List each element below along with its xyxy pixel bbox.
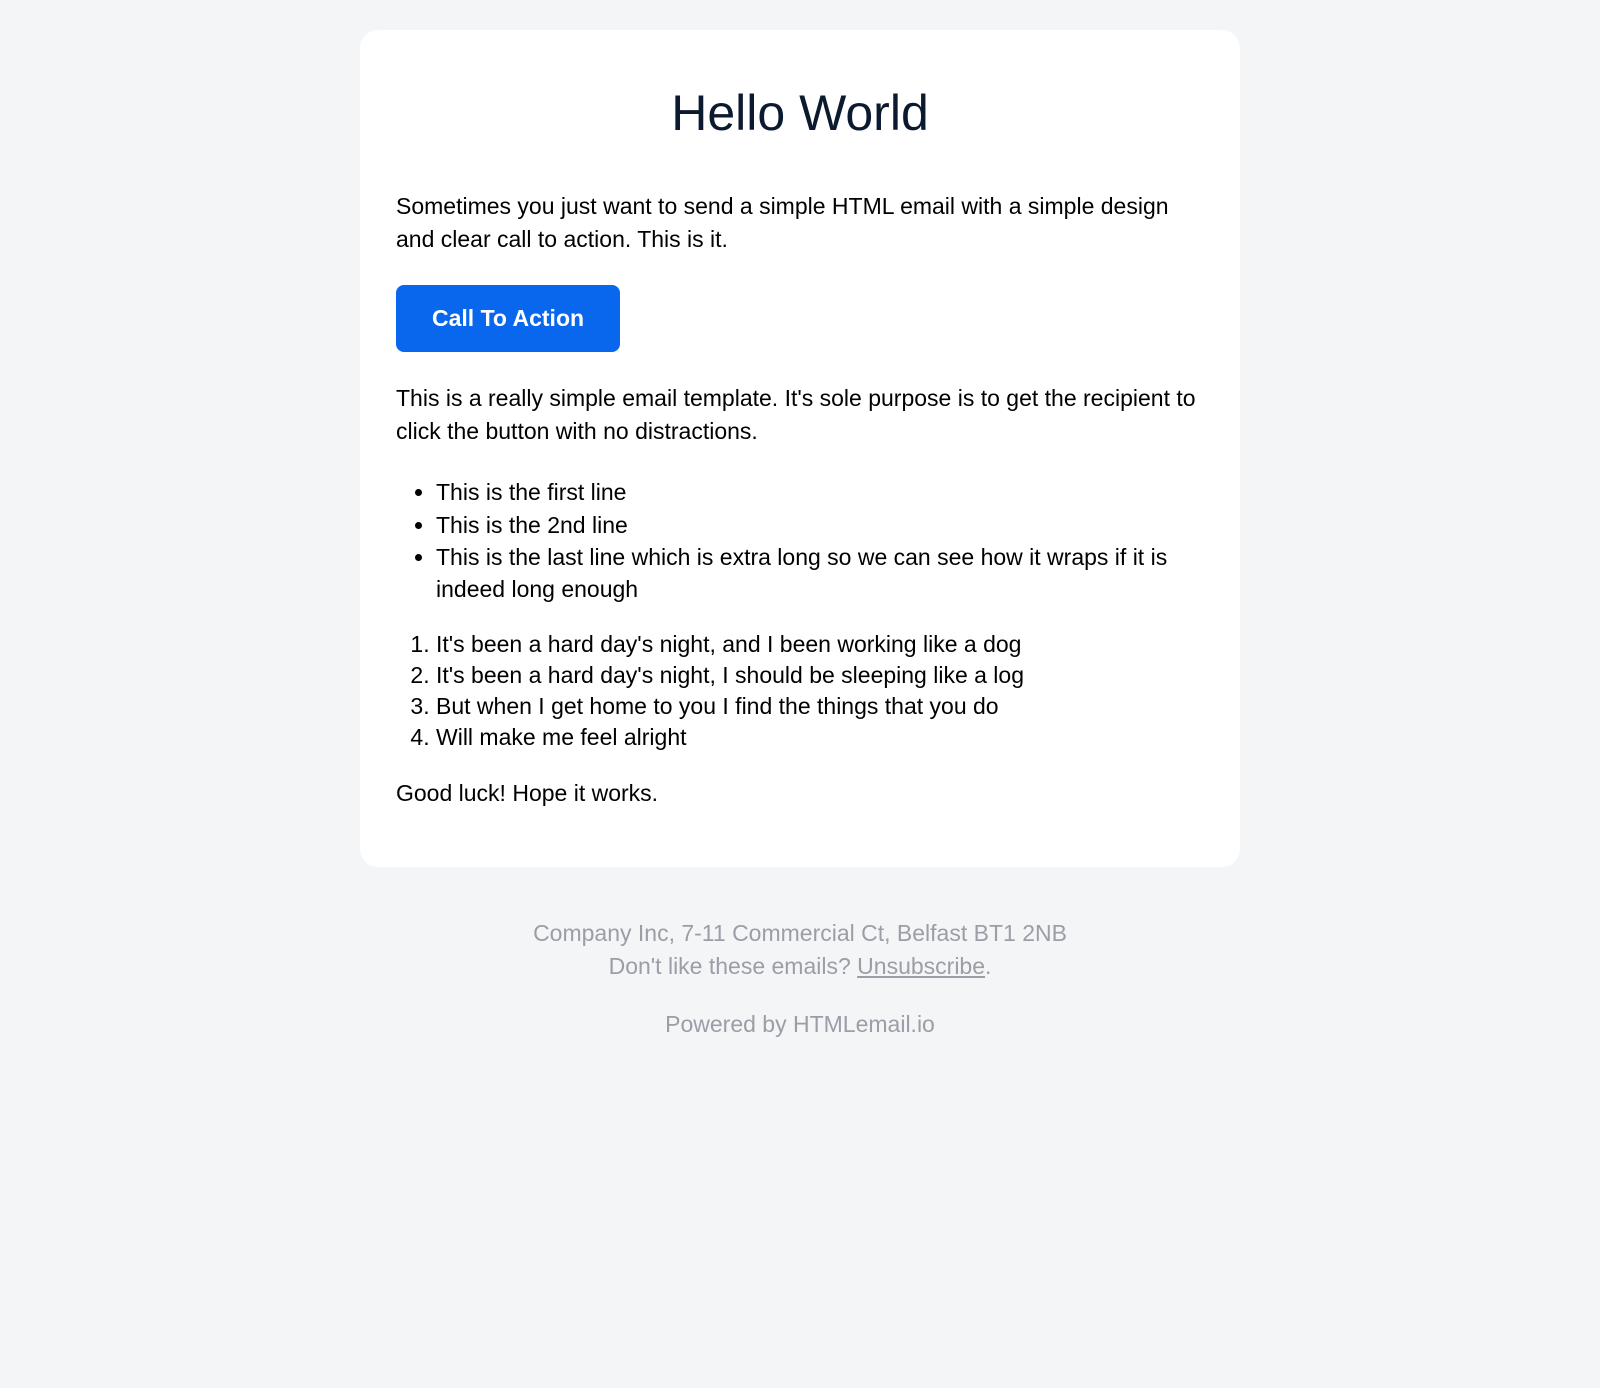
- email-title: Hello World: [396, 84, 1204, 142]
- description-paragraph: This is a really simple email template. …: [396, 382, 1204, 449]
- powered-by-text: Powered by HTMLemail.io: [665, 1011, 935, 1037]
- list-item: It's been a hard day's night, and I been…: [436, 629, 1204, 660]
- footer-unsubscribe-line: Don't like these emails? Unsubscribe.: [360, 950, 1240, 983]
- list-item: This is the first line: [436, 476, 1204, 508]
- powered-by: Powered by HTMLemail.io: [360, 1011, 1240, 1038]
- email-card: Hello World Sometimes you just want to s…: [360, 30, 1240, 867]
- numbered-list: It's been a hard day's night, and I been…: [396, 629, 1204, 753]
- bullet-list: This is the first line This is the 2nd l…: [396, 476, 1204, 605]
- closing-paragraph: Good luck! Hope it works.: [396, 777, 1204, 810]
- footer-address: Company Inc, 7-11 Commercial Ct, Belfast…: [360, 917, 1240, 950]
- list-item: Will make me feel alright: [436, 722, 1204, 753]
- email-footer: Company Inc, 7-11 Commercial Ct, Belfast…: [360, 917, 1240, 1039]
- unsubscribe-link[interactable]: Unsubscribe: [857, 953, 985, 979]
- unsubscribe-suffix: .: [985, 953, 991, 979]
- list-item: This is the 2nd line: [436, 509, 1204, 541]
- list-item: It's been a hard day's night, I should b…: [436, 660, 1204, 691]
- intro-paragraph: Sometimes you just want to send a simple…: [396, 190, 1204, 257]
- cta-button[interactable]: Call To Action: [396, 285, 620, 352]
- email-container: Hello World Sometimes you just want to s…: [360, 30, 1240, 1038]
- unsubscribe-prompt: Don't like these emails?: [609, 953, 858, 979]
- list-item: This is the last line which is extra lon…: [436, 541, 1204, 605]
- list-item: But when I get home to you I find the th…: [436, 691, 1204, 722]
